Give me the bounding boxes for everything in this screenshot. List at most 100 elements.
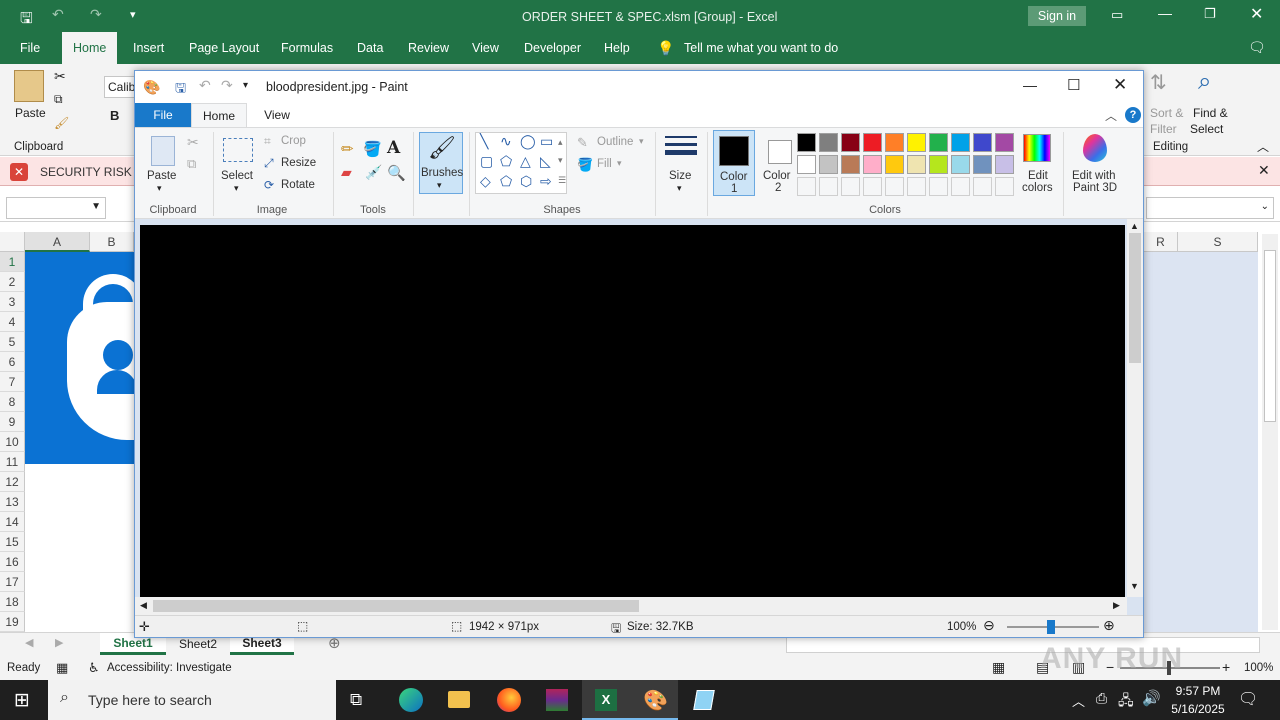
selected-cells-area[interactable] — [1144, 252, 1258, 632]
row-header[interactable]: 7 — [0, 372, 25, 392]
outline-dropdown-icon[interactable]: ▾ — [639, 136, 644, 147]
edit-colors-icon[interactable] — [1023, 134, 1051, 162]
paint-collapse-ribbon-icon[interactable]: ︿ — [1105, 107, 1117, 124]
fill-button[interactable]: Fill — [597, 158, 612, 170]
custom-color-slot[interactable] — [995, 177, 1014, 196]
paint-maximize-icon[interactable]: ☐ — [1067, 76, 1080, 94]
curve-shape-icon[interactable]: ∿ — [500, 133, 512, 150]
hexagon-icon[interactable]: ⬡ — [520, 173, 532, 190]
tab-help[interactable]: Help — [604, 32, 630, 64]
paint3d-label-b[interactable]: Paint 3D — [1073, 182, 1117, 194]
column-header-r[interactable]: R — [1144, 232, 1178, 252]
palette-swatch[interactable] — [819, 155, 838, 174]
paint-tab-home[interactable]: Home — [191, 103, 247, 128]
size-button[interactable]: Size — [669, 170, 691, 182]
row-header[interactable]: 17 — [0, 572, 25, 592]
resize-button[interactable]: Resize — [281, 157, 316, 169]
select-button[interactable]: Select — [221, 170, 253, 182]
row-header[interactable]: 2 — [0, 272, 25, 292]
paint-zoom-thumb[interactable] — [1047, 620, 1055, 634]
paint-scroll-left-icon[interactable]: ◀ — [140, 600, 147, 611]
paint-close-icon[interactable]: ✕ — [1113, 75, 1127, 95]
font-name-box[interactable]: Calib — [104, 76, 136, 98]
row-header[interactable]: 4 — [0, 312, 25, 332]
rounded-rect-icon[interactable]: ▢ — [480, 153, 493, 170]
paint-save-icon[interactable]: 🖫 — [175, 79, 186, 101]
security-close-icon[interactable]: ✕ — [1258, 162, 1270, 179]
diamond-icon[interactable]: ◇ — [480, 173, 491, 190]
comments-icon[interactable]: 🗨 — [1248, 39, 1266, 56]
excel-horizontal-scrollbar[interactable] — [786, 637, 1260, 653]
custom-color-slot[interactable] — [951, 177, 970, 196]
paint3d-icon[interactable] — [1083, 134, 1107, 162]
find-select-label-1[interactable]: Find & — [1193, 106, 1228, 120]
name-box[interactable]: ▼ — [6, 197, 106, 219]
paint-minimize-icon[interactable]: — — [1023, 77, 1037, 93]
start-icon[interactable]: ⊞ — [14, 689, 30, 712]
eraser-icon[interactable]: ▰ — [341, 164, 352, 181]
resize-icon[interactable]: ⤢ — [264, 156, 274, 171]
sign-in-button[interactable]: Sign in — [1028, 6, 1086, 26]
size-dropdown-icon[interactable]: ▾ — [677, 183, 682, 194]
sort-filter-label-1[interactable]: Sort & — [1150, 106, 1183, 120]
color1-button[interactable]: Color 1 — [713, 130, 755, 196]
arrow-shape-icon[interactable]: ⇨ — [540, 173, 552, 190]
palette-swatch[interactable] — [929, 155, 948, 174]
accessibility-icon[interactable]: ♿ — [88, 660, 100, 676]
fill-icon[interactable]: 🪣 — [577, 157, 593, 173]
excel-taskbar-icon[interactable]: X — [582, 680, 630, 720]
palette-swatch[interactable] — [863, 133, 882, 152]
row-header[interactable]: 12 — [0, 472, 25, 492]
edit-colors-label-a[interactable]: Edit — [1028, 170, 1048, 182]
column-header-a[interactable]: A — [25, 232, 90, 252]
firefox-icon[interactable] — [485, 680, 533, 720]
paint-cut-icon[interactable]: ✂ — [187, 134, 199, 151]
palette-swatch[interactable] — [863, 155, 882, 174]
rotate-icon[interactable]: ⟳ — [264, 178, 274, 192]
next-sheet-icon[interactable]: ▶ — [55, 636, 63, 649]
column-header-b[interactable]: B — [90, 232, 134, 252]
show-hidden-icons[interactable]: ︿ — [1072, 691, 1085, 710]
paint-horizontal-scrollbar[interactable]: ◀ ▶ — [135, 597, 1127, 615]
line-shape-icon[interactable]: ╲ — [480, 133, 488, 150]
color2-button[interactable]: Color 2 — [759, 130, 801, 196]
tab-formulas[interactable]: Formulas — [281, 32, 333, 64]
shapes-gallery[interactable]: ╲ ∿ ◯ ▭ ▢ ⬠ △ ◺ ◇ ⬠ ⬡ ⇨ ▴ ▾ ☰ — [475, 132, 567, 194]
customize-toolbar-icon[interactable]: ▾ — [130, 8, 136, 21]
row-header[interactable]: 3 — [0, 292, 25, 312]
paint-customize-icon[interactable]: ▾ — [243, 80, 248, 91]
custom-color-slot[interactable] — [973, 177, 992, 196]
edit-colors-label-b[interactable]: colors — [1022, 182, 1053, 194]
shapes-expand-icon[interactable]: ☰ — [558, 175, 566, 186]
crop-icon[interactable]: ⌗ — [264, 134, 271, 149]
undo-icon[interactable]: ↶ — [52, 6, 64, 23]
paint-copy-icon[interactable]: ⧉ — [187, 156, 196, 172]
fill-dropdown-icon[interactable]: ▾ — [617, 158, 622, 169]
pentagon-icon[interactable]: ⬠ — [500, 173, 512, 190]
bold-button[interactable]: B — [110, 108, 119, 123]
close-icon[interactable]: ✕ — [1250, 4, 1263, 24]
paint-scroll-up-icon[interactable]: ▲ — [1130, 221, 1139, 231]
paint-tab-file[interactable]: File — [135, 103, 191, 127]
row-header[interactable]: 14 — [0, 512, 25, 532]
paint-app-icon[interactable]: 🎨 — [143, 79, 160, 96]
tell-me-search[interactable]: Tell me what you want to do — [684, 32, 838, 64]
tray-device-icon[interactable]: ⎙ — [1096, 690, 1107, 707]
cut-icon[interactable]: ✂ — [54, 68, 66, 85]
outline-button[interactable]: Outline — [597, 136, 633, 148]
formula-input[interactable]: ⌄ — [1146, 197, 1274, 219]
row-header[interactable]: 15 — [0, 532, 25, 552]
row-header[interactable]: 16 — [0, 552, 25, 572]
row-header[interactable]: 10 — [0, 432, 25, 452]
excel-paste-icon[interactable] — [14, 70, 44, 102]
select-dropdown-icon[interactable]: ▾ — [234, 183, 239, 194]
palette-swatch[interactable] — [907, 155, 926, 174]
restore-icon[interactable]: ❐ — [1204, 6, 1216, 22]
paint-zoom-slider[interactable] — [1007, 620, 1099, 634]
ribbon-display-icon[interactable]: ▭ — [1111, 7, 1123, 23]
row-header[interactable]: 13 — [0, 492, 25, 512]
excel-vertical-scrollbar[interactable] — [1262, 234, 1278, 630]
magnifier-icon[interactable]: 🔍 — [387, 164, 406, 182]
shapes-scroll-down-icon[interactable]: ▾ — [558, 155, 563, 166]
copy-icon[interactable]: ⧉ — [54, 92, 63, 107]
